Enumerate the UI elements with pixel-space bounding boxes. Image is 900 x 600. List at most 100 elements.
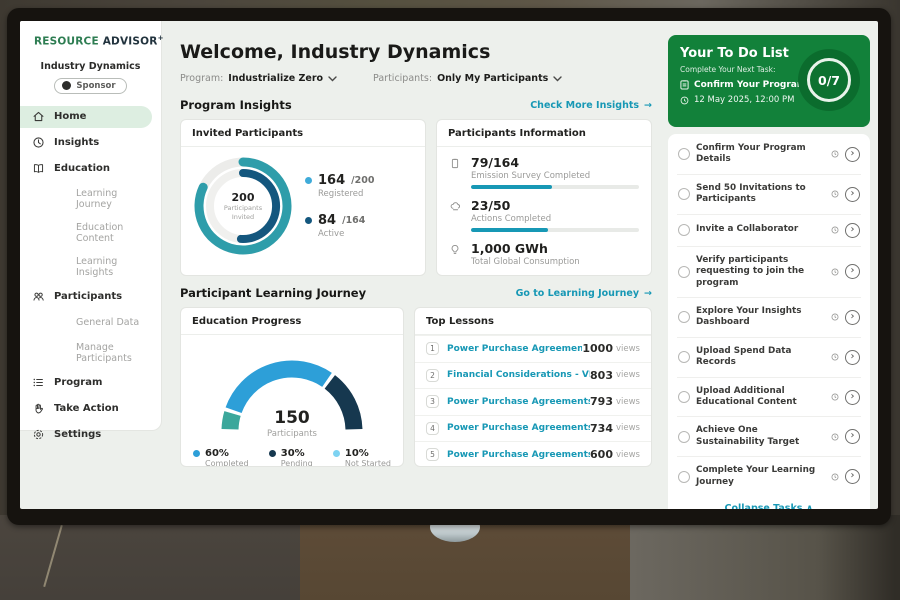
- todo-item[interactable]: Complete Your Learning Journey ›: [677, 457, 861, 496]
- todo-item[interactable]: Upload Spend Data Records ›: [677, 338, 861, 378]
- chevron-right-icon[interactable]: ›: [845, 350, 860, 365]
- education-gauge-chart: 150 Participants: [202, 343, 382, 439]
- chevron-right-icon[interactable]: ›: [845, 187, 860, 202]
- legend-dot: [193, 450, 200, 457]
- lesson-title-link[interactable]: Power Purchase Agreements 101: [447, 397, 590, 407]
- legend-value: 60%: [205, 448, 229, 459]
- todo-checkbox[interactable]: [678, 188, 690, 200]
- lesson-title-link[interactable]: Power Purchase Agreements 103: [447, 450, 590, 460]
- todo-item-label: Invite a Collaborator: [696, 224, 825, 235]
- participants-stats: 79/164 Emission Survey Completed: [437, 147, 651, 267]
- lesson-row[interactable]: 4 Power Purchase Agreements 102 734 view…: [415, 415, 651, 442]
- sidebar-item[interactable]: Settings: [20, 424, 161, 446]
- stat-value: 1,000 GWh: [471, 241, 639, 256]
- insights-icon: [32, 136, 46, 150]
- program-icon: [32, 376, 46, 390]
- chevron-right-icon[interactable]: ›: [845, 223, 860, 238]
- sidebar-item-label: Learning Journey: [76, 188, 151, 210]
- sidebar-item[interactable]: Home: [20, 106, 152, 128]
- sidebar-item[interactable]: Education: [20, 158, 161, 180]
- lesson-title-link[interactable]: Power Purchase Agreements 101: [447, 344, 582, 354]
- chevron-right-icon[interactable]: ›: [845, 264, 860, 279]
- arrow-right-icon: →: [644, 288, 652, 299]
- lesson-views-count: 600: [590, 448, 613, 461]
- sponsor-badge[interactable]: Sponsor: [54, 78, 126, 94]
- legend-value: 10%: [345, 448, 369, 459]
- todo-item[interactable]: Explore Your Insights Dashboard ›: [677, 298, 861, 338]
- todo-item-label: Upload Additional Educational Content: [696, 386, 825, 409]
- todo-checkbox[interactable]: [678, 148, 690, 160]
- sidebar-item[interactable]: Education Content: [20, 218, 161, 248]
- todo-hero-card: Your To Do List Complete Your Next Task:…: [668, 35, 870, 127]
- donut-center-value: 200: [232, 191, 255, 204]
- participants-filter[interactable]: Participants: Only My Participants: [373, 73, 562, 84]
- legend-value: 30%: [281, 448, 305, 459]
- lesson-row[interactable]: 1 Power Purchase Agreements 101 1000 vie…: [415, 335, 651, 362]
- sidebar-item[interactable]: Take Action: [20, 398, 161, 420]
- todo-item[interactable]: Send 50 Invitations to Participants ›: [677, 175, 861, 215]
- dashboard-screen: RESOURCE ADVISOR+ Industry Dynamics Spon…: [20, 21, 878, 509]
- home-icon: [32, 110, 46, 124]
- program-filter[interactable]: Program: Industrialize Zero: [180, 73, 337, 84]
- sidebar-item-label: Learning Insights: [76, 256, 151, 278]
- todo-item[interactable]: Achieve One Sustainability Target ›: [677, 417, 861, 457]
- top-lessons-card: Top Lessons 1 Power Purchase Agreements …: [414, 307, 652, 467]
- check-more-insights-link[interactable]: Check More Insights →: [530, 100, 652, 111]
- lesson-rank: 3: [426, 395, 439, 408]
- settings-icon: [32, 428, 46, 442]
- todo-checkbox[interactable]: [678, 391, 690, 403]
- lesson-title-link[interactable]: Financial Considerations - VPPAs: [447, 370, 590, 380]
- take-action-icon: [32, 402, 46, 416]
- stat-label: Emission Survey Completed: [471, 171, 639, 181]
- todo-checkbox[interactable]: [678, 224, 690, 236]
- lesson-views-label: views: [616, 423, 640, 433]
- top-lessons-title: Top Lessons: [415, 308, 651, 335]
- lesson-row[interactable]: 3 Power Purchase Agreements 101 793 view…: [415, 388, 651, 415]
- legend-label: Pending: [281, 459, 313, 467]
- sidebar-item[interactable]: Learning Journey: [20, 184, 161, 214]
- todo-checkbox[interactable]: [678, 431, 690, 443]
- chevron-right-icon[interactable]: ›: [845, 429, 860, 444]
- sidebar-item[interactable]: Participants: [20, 286, 161, 308]
- go-to-learning-journey-link[interactable]: Go to Learning Journey →: [516, 288, 652, 299]
- sidebar-item[interactable]: General Data: [20, 312, 161, 334]
- program-filter-value: Industrialize Zero: [228, 73, 323, 84]
- todo-item[interactable]: Invite a Collaborator ›: [677, 215, 861, 247]
- clock-icon: [831, 313, 839, 321]
- todo-checkbox[interactable]: [678, 311, 690, 323]
- chevron-down-icon: [553, 76, 562, 82]
- lesson-views-count: 793: [590, 395, 613, 408]
- sidebar-item[interactable]: Learning Insights: [20, 252, 161, 282]
- lesson-row[interactable]: 5 Power Purchase Agreements 103 600 view…: [415, 441, 651, 467]
- lesson-row[interactable]: 2 Financial Considerations - VPPAs 803 v…: [415, 362, 651, 389]
- sidebar-item[interactable]: Insights: [20, 132, 161, 154]
- invited-participants-card: Invited Participants 200 Participants In…: [180, 119, 426, 276]
- todo-item[interactable]: Confirm Your Program Details ›: [677, 135, 861, 175]
- chevron-right-icon[interactable]: ›: [845, 469, 860, 484]
- lesson-title-link[interactable]: Power Purchase Agreements 102: [447, 423, 590, 433]
- todo-checkbox[interactable]: [678, 351, 690, 363]
- chevron-right-icon[interactable]: ›: [845, 390, 860, 405]
- sidebar-item[interactable]: Program: [20, 372, 161, 394]
- todo-item[interactable]: Upload Additional Educational Content ›: [677, 378, 861, 418]
- education-icon: [32, 162, 46, 176]
- sidebar-item[interactable]: Manage Participants: [20, 338, 161, 368]
- todo-item[interactable]: Verify participants requesting to join t…: [677, 247, 861, 298]
- legend-label: Active: [318, 229, 374, 239]
- stat-progress-bar: [471, 228, 639, 232]
- chevron-right-icon[interactable]: ›: [845, 310, 860, 325]
- stat-label: Actions Completed: [471, 214, 639, 224]
- stat-row: 1,000 GWh Total Global Consumption: [449, 241, 639, 267]
- lesson-views-label: views: [616, 344, 640, 354]
- sidebar-nav: Home Insights Education: [20, 104, 161, 448]
- chevron-right-icon[interactable]: ›: [845, 147, 860, 162]
- legend-item: 164/200 Registered: [305, 173, 374, 199]
- todo-checkbox[interactable]: [678, 471, 690, 483]
- monitor-bezel: RESOURCE ADVISOR+ Industry Dynamics Spon…: [7, 8, 891, 525]
- todo-checkbox[interactable]: [678, 266, 690, 278]
- collapse-tasks-link[interactable]: Collapse Tasks ∧: [677, 496, 861, 509]
- legend-item: 30% Pending: [269, 448, 313, 467]
- stat-progress-bar: [471, 185, 639, 189]
- legend-label: Not Started: [345, 459, 391, 467]
- todo-item-label: Achieve One Sustainability Target: [696, 425, 825, 448]
